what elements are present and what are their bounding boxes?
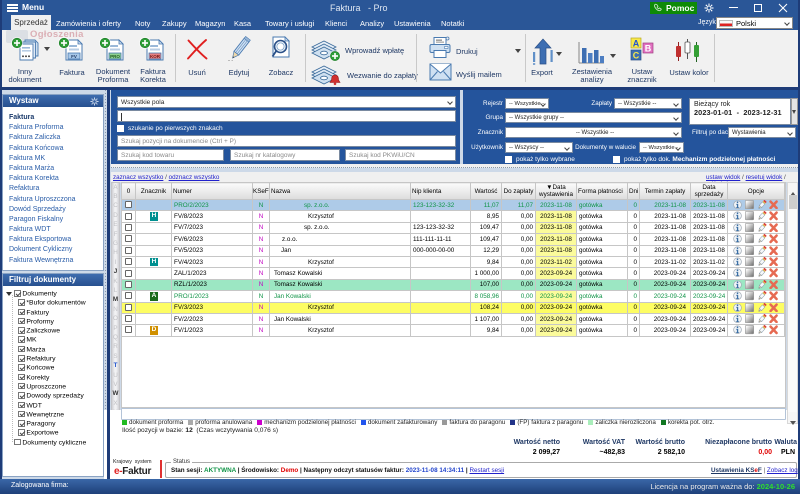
svg-text:KOR: KOR bbox=[150, 54, 161, 59]
svg-text:PRO: PRO bbox=[110, 54, 120, 59]
svg-text:A: A bbox=[633, 39, 640, 49]
svg-text:FV: FV bbox=[71, 54, 77, 59]
svg-text:B: B bbox=[645, 44, 652, 54]
svg-text:C: C bbox=[633, 51, 640, 61]
